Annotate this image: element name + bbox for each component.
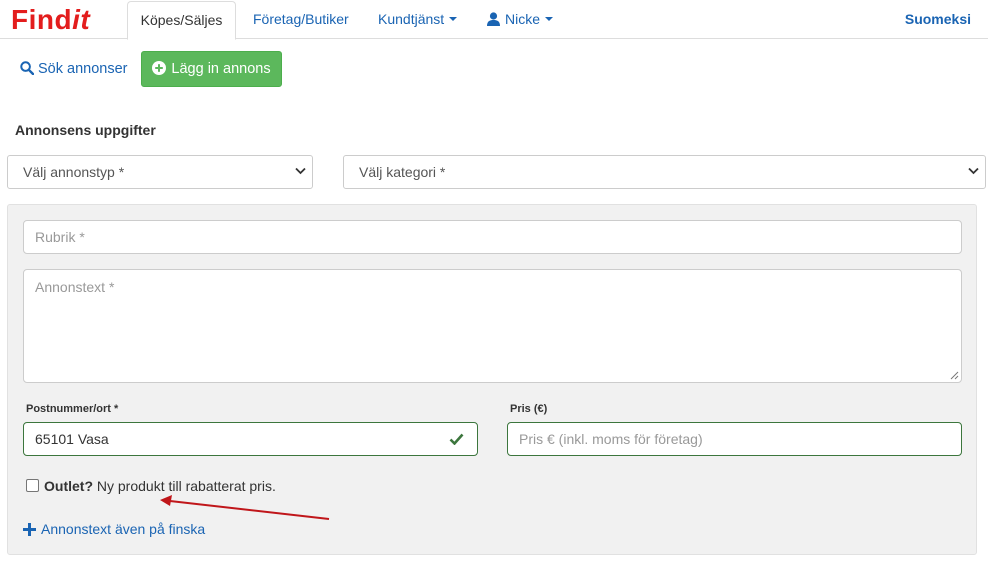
tab-kopes-saljes[interactable]: Köpes/Säljes [127, 1, 236, 40]
tab-label: Kundtjänst [378, 11, 445, 27]
user-icon [487, 12, 500, 26]
caret-down-icon [449, 17, 458, 22]
tab-label: Köpes/Säljes [140, 12, 223, 28]
top-navbar: Findit Köpes/Säljes Företag/Butiker Kund… [0, 0, 988, 40]
resize-grip-icon[interactable] [950, 371, 959, 380]
finnish-text-link[interactable]: Annonstext även på finska [23, 520, 205, 538]
chevron-down-icon [295, 167, 306, 175]
outlet-checkbox[interactable] [26, 479, 39, 492]
postnr-input[interactable]: 65101 Vasa [23, 422, 478, 456]
rubrik-input[interactable]: Rubrik * [23, 220, 962, 254]
tab-user-menu[interactable]: Nicke [474, 1, 566, 40]
tab-foretag-butiker[interactable]: Företag/Butiker [240, 1, 362, 40]
findit-logo[interactable]: Findit [11, 2, 90, 38]
category-select[interactable]: Välj kategori * [343, 155, 986, 189]
plus-icon [23, 523, 36, 536]
language-switch-link[interactable]: Suomeksi [905, 1, 971, 38]
pris-input[interactable]: Pris € (inkl. moms för företag) [507, 422, 962, 456]
section-title: Annonsens uppgifter [15, 122, 156, 138]
annonstext-textarea[interactable]: Annonstext * [23, 269, 962, 383]
pris-label: Pris (€) [510, 403, 548, 415]
ad-form-panel: Rubrik * Annonstext * Postnummer/ort * P… [7, 204, 977, 555]
user-name: Nicke [505, 11, 541, 27]
caret-down-icon [545, 17, 554, 22]
plus-circle-icon [152, 61, 167, 75]
add-ad-button[interactable]: Lägg in annons [141, 51, 282, 87]
outlet-checkbox-row[interactable]: Outlet? Ny produkt till rabatterat pris. [26, 478, 276, 494]
chevron-down-icon [968, 167, 979, 175]
tab-label: Företag/Butiker [253, 11, 349, 27]
ad-type-select[interactable]: Välj annonstyp * [7, 155, 313, 189]
search-ads-link[interactable]: Sök annonser [20, 60, 127, 78]
postnr-label: Postnummer/ort * [26, 403, 119, 415]
tab-kundtjanst[interactable]: Kundtjänst [365, 1, 470, 40]
search-icon [20, 61, 35, 76]
checkmark-icon [449, 433, 464, 445]
